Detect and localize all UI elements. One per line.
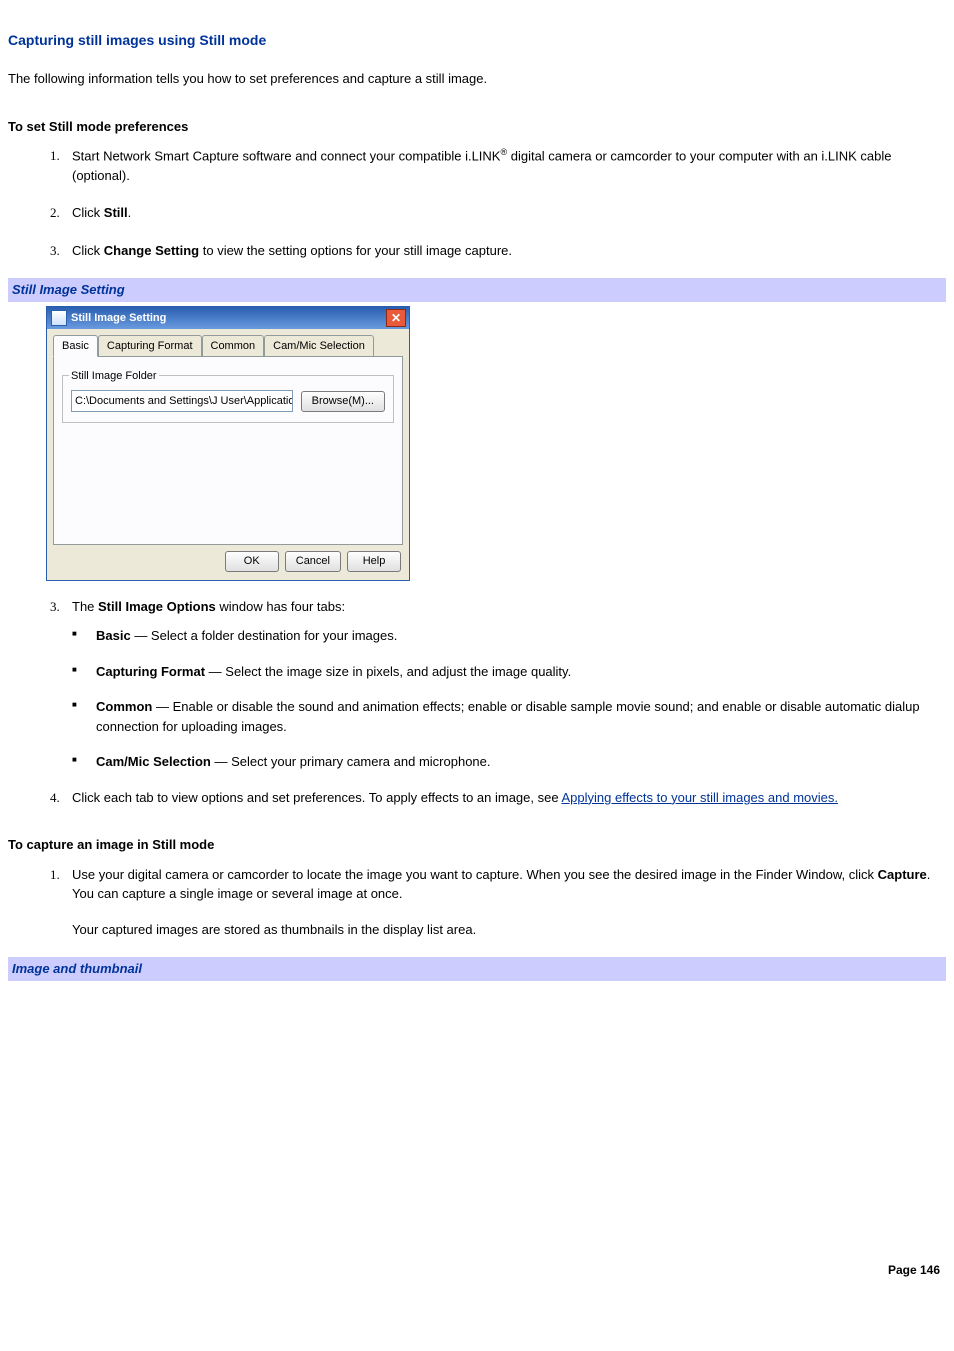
opt-name: Cam/Mic Selection xyxy=(96,754,211,769)
help-button[interactable]: Help xyxy=(347,551,401,572)
step-item: Start Network Smart Capture software and… xyxy=(72,146,946,185)
prefs-steps-list: Start Network Smart Capture software and… xyxy=(8,146,946,260)
capture-subhead: To capture an image in Still mode xyxy=(8,835,946,855)
options-list: Basic — Select a folder destination for … xyxy=(72,626,936,772)
figure-caption: Still Image Setting xyxy=(8,278,946,302)
list-item: Capturing Format — Select the image size… xyxy=(72,662,936,682)
dialog-title: Still Image Setting xyxy=(71,310,386,327)
prefs-subhead: To set Still mode preferences xyxy=(8,117,946,137)
figure-caption: Image and thumbnail xyxy=(8,957,946,981)
opt-desc: — Select the image size in pixels, and a… xyxy=(205,664,571,679)
step-text: Click xyxy=(72,205,104,220)
opt-name: Common xyxy=(96,699,152,714)
opt-desc: — Select a folder destination for your i… xyxy=(131,628,398,643)
list-item: Basic — Select a folder destination for … xyxy=(72,626,936,646)
step-bold: Change Setting xyxy=(104,243,199,258)
step-text: Start Network Smart Capture software and… xyxy=(72,148,500,163)
step-item: Click each tab to view options and set p… xyxy=(72,788,946,808)
dialog-button-row: OK Cancel Help xyxy=(53,545,403,572)
tab-basic[interactable]: Basic xyxy=(53,335,98,358)
opt-desc: — Select your primary camera and microph… xyxy=(211,754,491,769)
close-icon[interactable]: ✕ xyxy=(386,309,406,327)
step-item: Use your digital camera or camcorder to … xyxy=(72,865,946,940)
applying-effects-link[interactable]: Applying effects to your still images an… xyxy=(561,790,838,805)
options-bold: Still Image Options xyxy=(98,599,216,614)
tab-cam-mic-selection[interactable]: Cam/Mic Selection xyxy=(264,335,374,357)
dialog-body: Basic Capturing Format Common Cam/Mic Se… xyxy=(47,329,409,580)
opt-name: Basic xyxy=(96,628,131,643)
prefs-steps-continued: The Still Image Options window has four … xyxy=(8,597,946,808)
dialog-illustration: Still Image Setting ✕ Basic Capturing Fo… xyxy=(46,306,946,581)
tab-panel-basic: Still Image Folder C:\Documents and Sett… xyxy=(53,357,403,545)
still-image-setting-dialog: Still Image Setting ✕ Basic Capturing Fo… xyxy=(46,306,410,581)
step-item: Click Change Setting to view the setting… xyxy=(72,241,946,261)
options-intro-line: The Still Image Options window has four … xyxy=(72,597,946,772)
tab-strip: Basic Capturing Format Common Cam/Mic Se… xyxy=(53,335,403,358)
group-label: Still Image Folder xyxy=(69,368,159,385)
step-text: . xyxy=(128,205,132,220)
window-icon xyxy=(51,310,67,326)
still-image-folder-group: Still Image Folder C:\Documents and Sett… xyxy=(62,375,394,423)
list-item: Common — Enable or disable the sound and… xyxy=(72,697,936,736)
step-text: Use your digital camera or camcorder to … xyxy=(72,867,878,882)
tab-capturing-format[interactable]: Capturing Format xyxy=(98,335,202,357)
step-bold: Capture xyxy=(878,867,927,882)
list-item: Cam/Mic Selection — Select your primary … xyxy=(72,752,936,772)
page-number: Page 146 xyxy=(8,1261,946,1279)
browse-button[interactable]: Browse(M)... xyxy=(301,391,385,412)
step-note: Your captured images are stored as thumb… xyxy=(72,920,936,940)
step-bold: Still xyxy=(104,205,128,220)
page-title: Capturing still images using Still mode xyxy=(8,30,946,51)
intro-paragraph: The following information tells you how … xyxy=(8,69,946,89)
opt-desc: — Enable or disable the sound and animat… xyxy=(96,699,920,734)
options-text: window has four tabs: xyxy=(216,599,345,614)
dialog-titlebar: Still Image Setting ✕ xyxy=(47,307,409,329)
folder-path-field[interactable]: C:\Documents and Settings\J User\Applica… xyxy=(71,390,293,412)
step-item: Click Still. xyxy=(72,203,946,223)
step-text: Click xyxy=(72,243,104,258)
ok-button[interactable]: OK xyxy=(225,551,279,572)
step-text: Click each tab to view options and set p… xyxy=(72,790,561,805)
step-text: to view the setting options for your sti… xyxy=(199,243,512,258)
cancel-button[interactable]: Cancel xyxy=(285,551,341,572)
opt-name: Capturing Format xyxy=(96,664,205,679)
options-text: The xyxy=(72,599,98,614)
capture-steps-list: Use your digital camera or camcorder to … xyxy=(8,865,946,940)
tab-common[interactable]: Common xyxy=(202,335,265,357)
